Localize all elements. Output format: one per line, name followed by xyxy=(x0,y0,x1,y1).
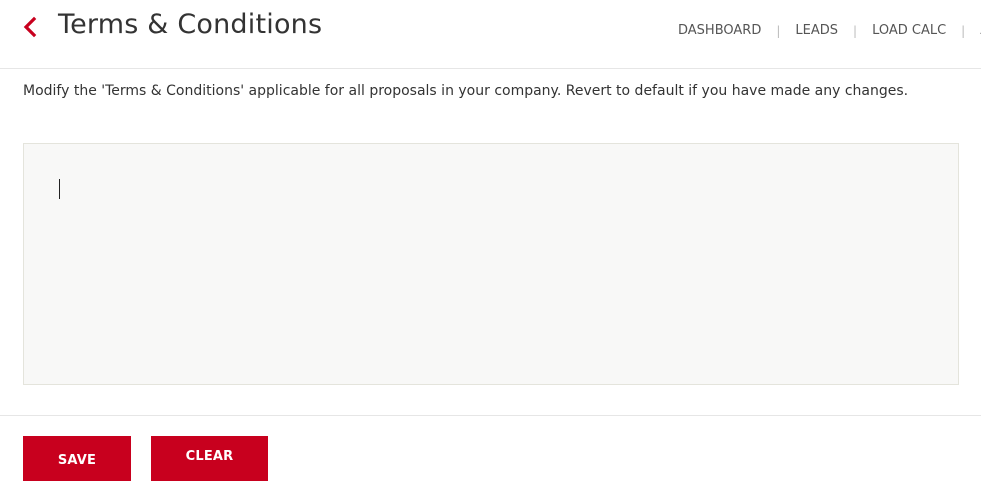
save-button[interactable]: SAVE xyxy=(23,436,131,481)
top-nav: DASHBOARD | LEADS | LOAD CALC | AI xyxy=(678,23,981,38)
page-description: Modify the 'Terms & Conditions' applicab… xyxy=(23,83,909,99)
nav-dashboard[interactable]: DASHBOARD xyxy=(678,23,761,38)
nav-separator: | xyxy=(961,23,966,38)
page-header: Terms & Conditions DASHBOARD | LEADS | L… xyxy=(0,0,981,69)
nav-separator: | xyxy=(776,23,781,38)
text-caret xyxy=(59,179,60,199)
nav-separator: | xyxy=(853,23,858,38)
nav-load-calc[interactable]: LOAD CALC xyxy=(872,23,946,38)
clear-button[interactable]: CLEAR xyxy=(151,436,268,481)
back-button[interactable] xyxy=(20,14,42,40)
chevron-left-icon xyxy=(23,16,37,38)
page-title: Terms & Conditions xyxy=(58,9,323,40)
terms-editor[interactable] xyxy=(23,143,959,385)
divider xyxy=(0,415,981,416)
nav-leads[interactable]: LEADS xyxy=(795,23,838,38)
